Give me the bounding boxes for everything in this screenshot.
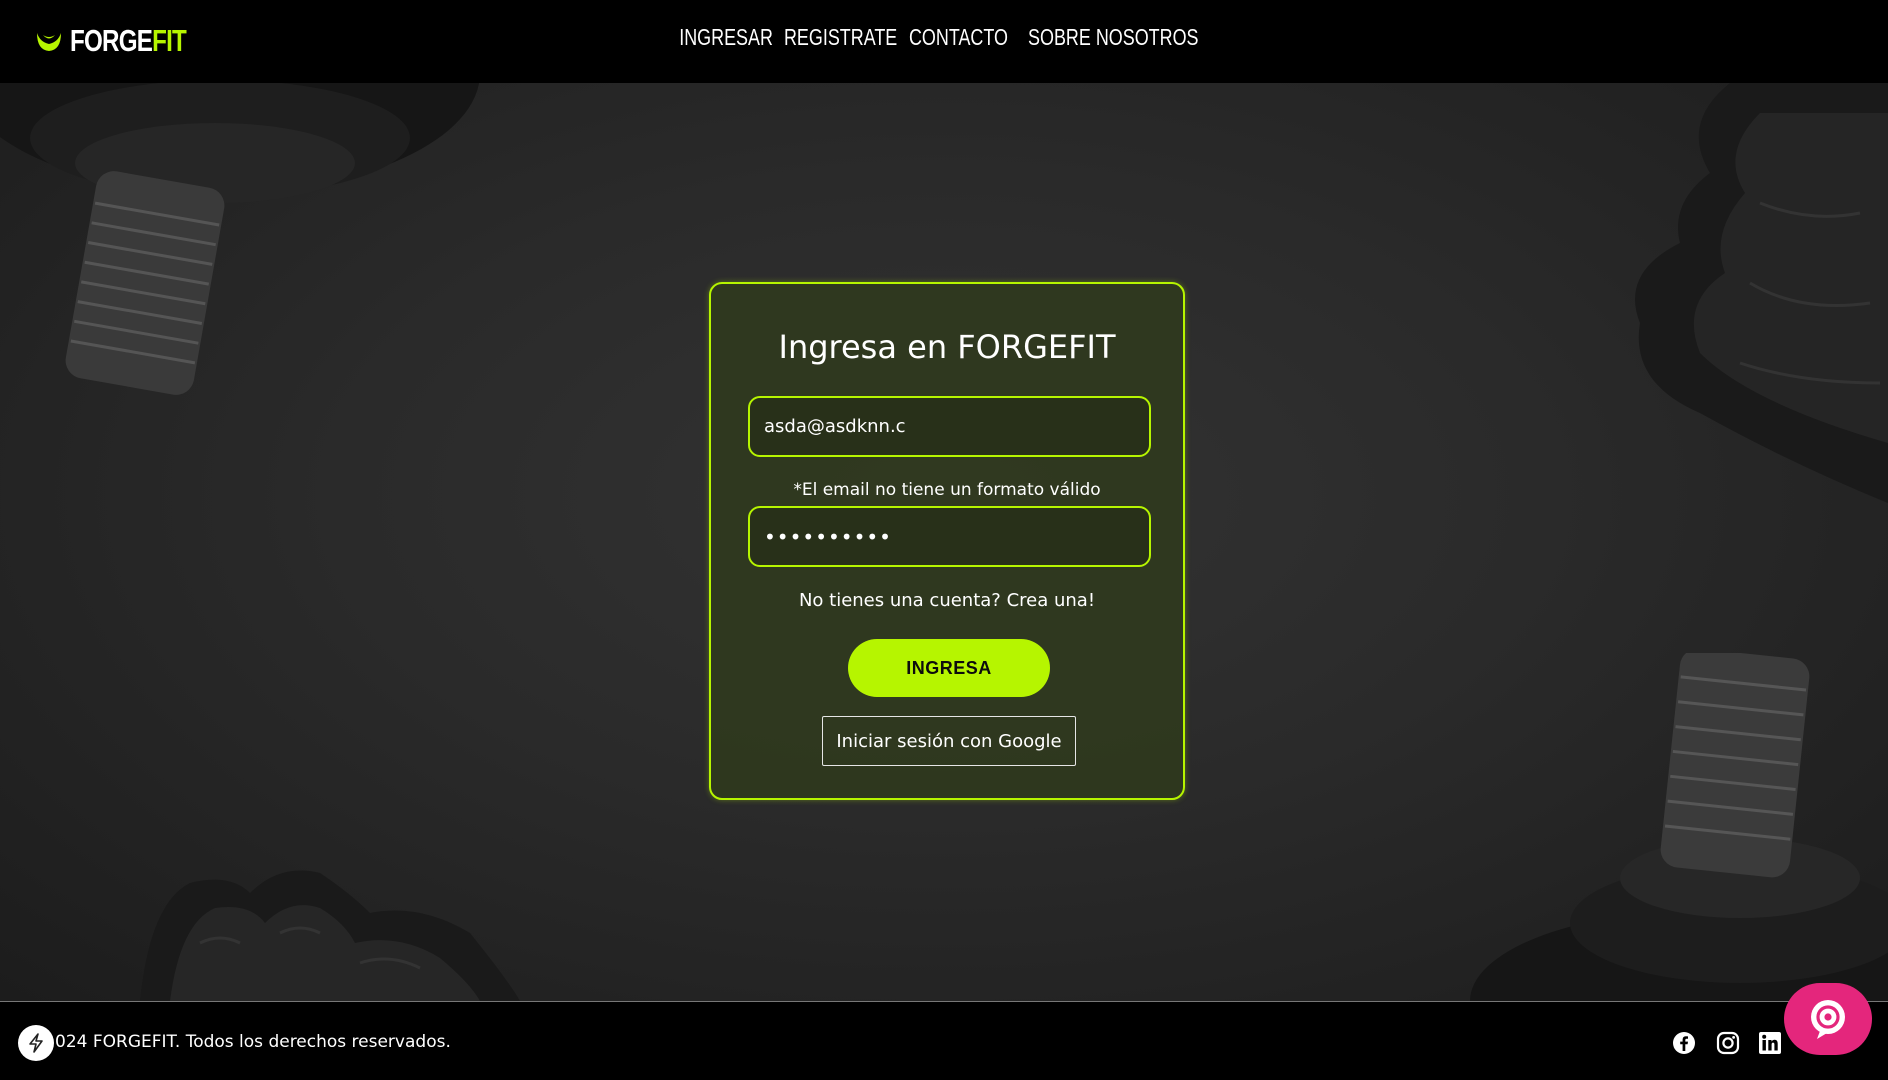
nav-ingresar[interactable]: INGRESAR (679, 24, 773, 51)
glove-image (1635, 83, 1888, 503)
chat-widget-button[interactable] (1784, 983, 1872, 1055)
bolt-icon[interactable] (18, 1025, 54, 1061)
lightning-icon (29, 1033, 43, 1053)
dumbbell-image (0, 83, 480, 395)
instagram-icon[interactable] (1716, 1031, 1740, 1055)
google-signin-button[interactable]: Iniciar sesión con Google (822, 716, 1076, 766)
chat-bot-icon (1811, 1000, 1845, 1039)
email-field[interactable] (748, 396, 1151, 457)
nav-registrate[interactable]: REGISTRATE (784, 24, 897, 51)
glove-image (140, 870, 520, 1001)
main-nav: INGRESAR REGISTRATE CONTACTO SOBRE NOSOT… (0, 24, 1888, 51)
facebook-icon[interactable] (1672, 1031, 1696, 1055)
nav-contacto[interactable]: CONTACTO (909, 24, 1008, 51)
copyright-text: 024 FORGEFIT. Todos los derechos reserva… (55, 1032, 451, 1052)
login-submit-button[interactable]: INGRESA (848, 639, 1050, 697)
login-card: Ingresa en FORGEFIT *El email no tiene u… (709, 282, 1185, 800)
dumbbell-image (1470, 653, 1888, 1001)
nav-sobre-nosotros[interactable]: SOBRE NOSOTROS (1028, 24, 1198, 51)
login-title: Ingresa en FORGEFIT (778, 328, 1116, 366)
top-navbar: FORGEFIT INGRESAR REGISTRATE CONTACTO SO… (0, 0, 1888, 83)
email-error-message: *El email no tiene un formato válido (793, 480, 1101, 500)
password-field[interactable] (748, 506, 1151, 567)
signup-link[interactable]: No tienes una cuenta? Crea una! (711, 590, 1183, 611)
linkedin-icon[interactable] (1758, 1031, 1782, 1055)
footer: 024 FORGEFIT. Todos los derechos reserva… (0, 1001, 1888, 1080)
